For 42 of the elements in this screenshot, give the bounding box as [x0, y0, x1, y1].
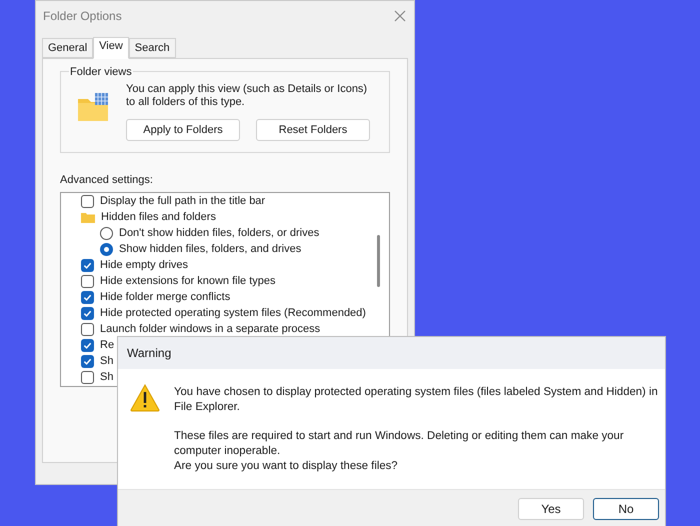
window-title: Folder Options [43, 8, 122, 25]
warning-message: You have chosen to display protected operating system files (files labeled System and Hidden) in File Explorer. [174, 385, 659, 415]
checkbox[interactable] [81, 322, 94, 336]
warning-detail: These files are required to start and run Windows. Deleting or editing them can make your computer inoperable. [174, 429, 625, 459]
setting-label: Hide extensions for known file types [100, 274, 276, 289]
setting-label: Hide folder merge conflicts [100, 290, 230, 305]
dialog-button[interactable]: No [593, 498, 659, 520]
setting-label: Launch folder windows in a separate process [100, 322, 320, 337]
checkbox[interactable] [81, 258, 94, 272]
tab[interactable]: View [93, 37, 129, 59]
checkbox[interactable] [81, 290, 94, 304]
folder-action-button[interactable]: Reset Folders [256, 119, 370, 141]
setting-label: Re [100, 338, 114, 353]
checkbox[interactable] [81, 306, 94, 320]
setting-label: Don't show hidden files, folders, or drives [119, 226, 320, 241]
checkbox[interactable] [81, 354, 94, 368]
dialog-title: Warning [127, 345, 172, 362]
setting-label: Sh [100, 370, 114, 385]
folder-action-button[interactable]: Apply to Folders [126, 119, 240, 141]
dialog-button[interactable]: Yes [518, 498, 584, 520]
setting-label: Hide empty drives [100, 258, 188, 273]
warning-icon [130, 384, 160, 412]
folder-views-description: You can apply this view (such as Details or Icons) to all folders of this type. [126, 83, 368, 109]
radio-button[interactable] [100, 242, 113, 256]
checkbox[interactable] [81, 370, 94, 384]
folder-icon [81, 212, 95, 222]
tab[interactable]: General [42, 38, 94, 58]
radio-button[interactable] [100, 226, 113, 240]
setting-label: Show hidden files, folders, and drives [119, 242, 302, 257]
warning-question: Are you sure you want to display these files? [174, 459, 399, 474]
close-icon[interactable] [394, 10, 406, 22]
checkbox[interactable] [81, 338, 94, 352]
folder-view-icon [78, 93, 110, 121]
setting-label: Sh [100, 354, 114, 369]
scrollbar-thumb[interactable] [377, 234, 380, 286]
setting-label: Display the full path in the title bar [100, 194, 266, 209]
setting-label: Hidden files and folders [101, 210, 216, 225]
tab[interactable]: Search [128, 38, 176, 58]
checkbox[interactable] [81, 274, 94, 288]
setting-label: Hide protected operating system files (Recommended) [100, 306, 366, 321]
checkbox[interactable] [81, 194, 94, 208]
advanced-settings-label: Advanced settings: [60, 173, 154, 188]
